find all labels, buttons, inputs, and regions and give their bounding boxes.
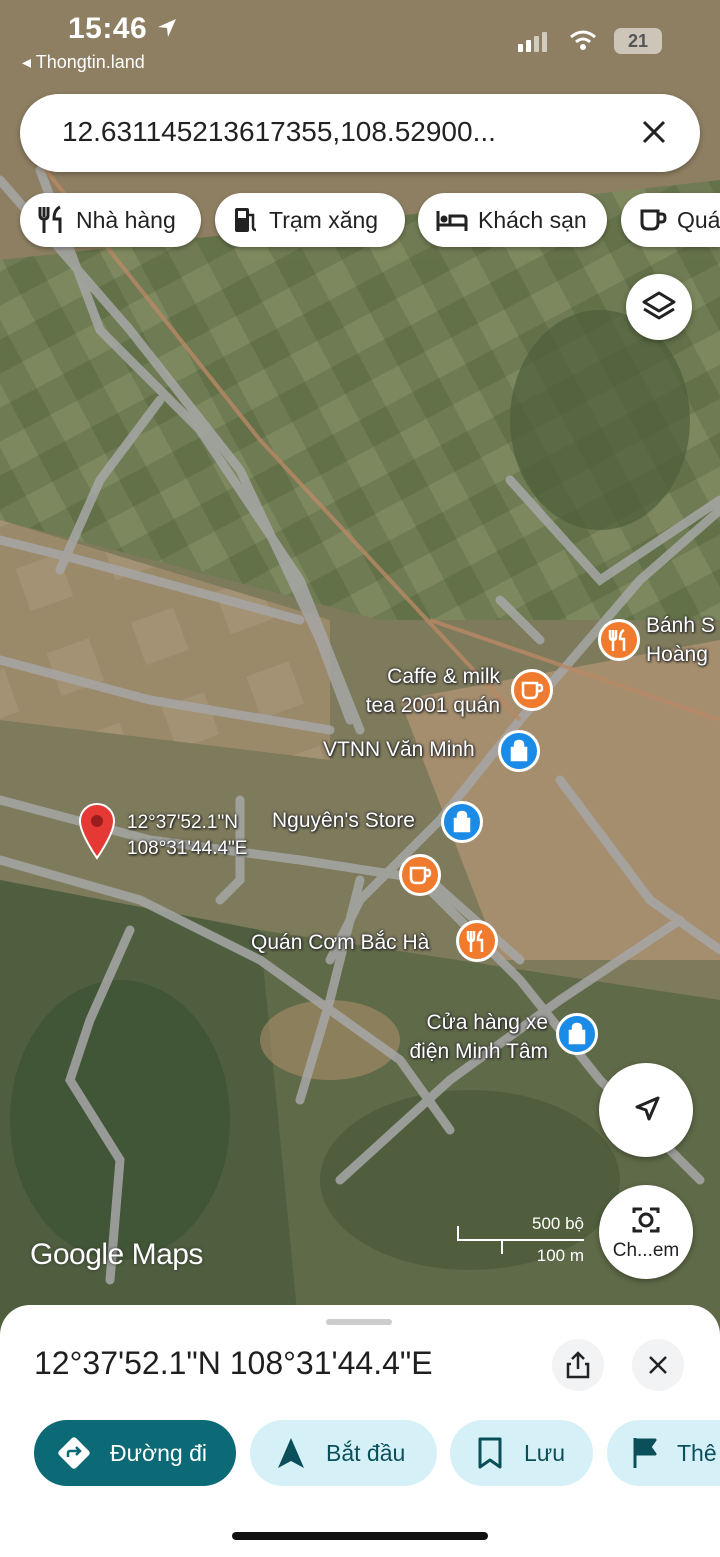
chip-cafes[interactable]: Quá bbox=[621, 193, 720, 247]
chip-restaurants[interactable]: Nhà hàng bbox=[20, 193, 201, 247]
place-title: 12°37'52.1"N 108°31'44.4"E bbox=[34, 1345, 433, 1381]
directions-icon bbox=[58, 1437, 90, 1469]
chip-hotels[interactable]: Khách sạn bbox=[418, 193, 607, 247]
coffee-cup-icon bbox=[399, 854, 441, 896]
cellular-signal-icon bbox=[518, 32, 547, 52]
chip-label: Khách sạn bbox=[478, 206, 587, 233]
layers-icon bbox=[642, 291, 676, 320]
close-icon[interactable] bbox=[634, 112, 674, 152]
camera-button-label: Ch...em bbox=[612, 1240, 680, 1261]
poi-label: Cửa hàng xe điện Minh Tâm bbox=[409, 1011, 548, 1063]
google-maps-logo: Google Maps bbox=[30, 1238, 203, 1271]
chip-label: Quá bbox=[677, 206, 720, 233]
chip-label: Nhà hàng bbox=[76, 206, 176, 233]
map-scale: 500 bộ 100 m bbox=[456, 1214, 586, 1265]
more-button[interactable]: Thê bbox=[607, 1420, 720, 1486]
action-label: Bắt đầu bbox=[326, 1439, 406, 1466]
layers-button[interactable] bbox=[626, 274, 692, 340]
chip-label: Trạm xăng bbox=[269, 206, 379, 233]
action-label: Lưu bbox=[524, 1439, 565, 1466]
poi-label: Bánh S Hoàng bbox=[646, 614, 715, 666]
back-to-app[interactable]: ◂ Thongtin.land bbox=[22, 52, 145, 73]
camera-search-button[interactable]: Ch...em bbox=[599, 1185, 693, 1279]
action-label: Đường đi bbox=[110, 1439, 207, 1466]
directions-button[interactable]: Đường đi bbox=[34, 1420, 236, 1486]
scale-metric: 100 m bbox=[536, 1246, 584, 1265]
pin-coordinates-label: 12°37'52.1"N 108°31'44.4"E bbox=[127, 810, 247, 862]
navigate-arrow-icon bbox=[278, 1438, 304, 1468]
restaurant-icon bbox=[456, 920, 498, 962]
shopping-bag-icon bbox=[556, 1013, 598, 1055]
location-pin-icon[interactable] bbox=[78, 802, 116, 860]
save-button[interactable]: Lưu bbox=[450, 1420, 593, 1486]
poi-label: VTNN Văn Minh bbox=[323, 738, 475, 761]
search-input[interactable]: 12.631145213617355,108.52900... bbox=[62, 116, 496, 148]
status-bar: 15:46 ◂ Thongtin.land 21 bbox=[0, 0, 720, 80]
restaurant-icon bbox=[598, 619, 640, 661]
shopping-bag-icon bbox=[441, 801, 483, 843]
shopping-bag-icon bbox=[498, 730, 540, 772]
pin-lat-label: 12°37'52.1"N bbox=[127, 812, 238, 833]
home-indicator bbox=[232, 1532, 488, 1540]
share-button[interactable] bbox=[552, 1339, 604, 1391]
poi-label: Nguyên's Store bbox=[272, 809, 415, 832]
share-icon bbox=[566, 1351, 590, 1379]
location-arrow-icon bbox=[158, 19, 177, 37]
place-bottom-sheet[interactable]: 12°37'52.1"N 108°31'44.4"E Đường đi Bắt … bbox=[0, 1305, 720, 1557]
chip-gas-stations[interactable]: Trạm xăng bbox=[215, 193, 405, 247]
action-label: Thê bbox=[677, 1439, 717, 1466]
flag-icon bbox=[633, 1438, 657, 1468]
sheet-drag-handle[interactable] bbox=[326, 1319, 392, 1325]
close-icon bbox=[649, 1356, 667, 1374]
search-bar[interactable]: 12.631145213617355,108.52900... bbox=[20, 94, 700, 172]
my-location-button[interactable] bbox=[599, 1063, 693, 1157]
start-button[interactable]: Bắt đầu bbox=[250, 1420, 437, 1486]
poi-label: Caffe & milk tea 2001 quán bbox=[365, 665, 500, 717]
coffee-cup-icon bbox=[511, 669, 553, 711]
wifi-icon bbox=[570, 30, 596, 50]
navigation-arrow-icon bbox=[635, 1096, 660, 1121]
pin-lng-label: 108°31'44.4"E bbox=[127, 838, 248, 859]
bed-icon bbox=[436, 211, 468, 231]
scale-imperial: 500 bộ bbox=[532, 1214, 584, 1233]
coffee-cup-icon bbox=[640, 209, 667, 231]
battery-indicator: 21 bbox=[614, 28, 662, 54]
poi-label: Quán Cơm Bắc Hà bbox=[251, 931, 430, 954]
close-sheet-button[interactable] bbox=[632, 1339, 684, 1391]
bookmark-icon bbox=[478, 1437, 502, 1469]
gas-station-icon bbox=[235, 208, 257, 232]
fork-knife-icon bbox=[38, 205, 62, 233]
status-time: 15:46 bbox=[68, 12, 178, 46]
